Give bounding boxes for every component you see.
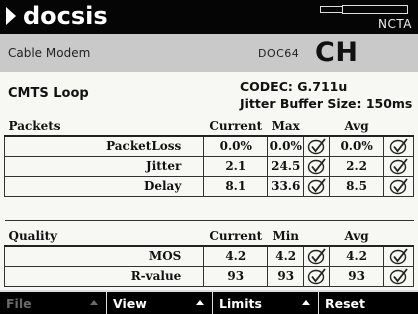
- metric-label: R-value: [3, 265, 205, 287]
- docsis-mode-label: DOC64: [258, 47, 300, 60]
- metric-label: Delay: [3, 175, 205, 197]
- mode-bar: Cable Modem DOC64 CH 086: [0, 34, 418, 99]
- triangle-up-icon: [302, 300, 310, 305]
- standard-label: NCTA: [378, 17, 412, 31]
- quality-header: Quality: [4, 226, 204, 247]
- view-button[interactable]: View: [107, 290, 213, 314]
- limits-button[interactable]: Limits: [213, 290, 319, 314]
- table-row: PacketLoss 0.0% 0.0% 0.0%: [3, 135, 414, 157]
- avg-value: 2.2: [329, 155, 385, 177]
- metric-label: Jitter: [3, 155, 205, 177]
- avg-header: Avg: [329, 116, 384, 137]
- file-button[interactable]: File: [0, 290, 107, 314]
- avg-value: 93: [329, 265, 385, 287]
- codec-label: CODEC: G.711u: [240, 79, 348, 94]
- check-circle-icon: [383, 135, 414, 157]
- metric-label: PacketLoss: [3, 135, 205, 157]
- avg-value: 8.5: [329, 175, 385, 197]
- reset-button[interactable]: Reset: [319, 290, 418, 314]
- max-value: 33.6: [267, 175, 305, 197]
- current-value: 8.1: [203, 175, 269, 197]
- current-header: Current: [203, 116, 268, 137]
- min-value: 4.2: [267, 245, 305, 267]
- spacer-row: [4, 195, 414, 221]
- check-circle-icon: [303, 265, 331, 287]
- table-row: R-value 93 93 93: [3, 265, 414, 287]
- app-title: docsis: [6, 2, 108, 30]
- check-circle-icon: [383, 175, 414, 197]
- quality-table: Quality Current Min Avg MOS 4.2 4.2 4.2 …: [3, 226, 414, 287]
- avg-value: 4.2: [329, 245, 385, 267]
- signal-level-icon: [320, 5, 410, 15]
- app-title-text: docsis: [23, 2, 108, 30]
- check-circle-icon: [303, 175, 331, 197]
- packets-header: Packets: [4, 116, 204, 137]
- avg-value: 0.0%: [329, 135, 385, 157]
- min-header: Min: [267, 226, 304, 247]
- check-circle-icon: [383, 265, 414, 287]
- loop-title: CMTS Loop: [8, 86, 89, 101]
- triangle-up-icon: [90, 300, 98, 305]
- current-value: 2.1: [203, 155, 269, 177]
- softkey-bar: File View Limits Reset: [0, 290, 418, 314]
- test-mode-label: Cable Modem: [8, 46, 91, 60]
- max-value: 24.5: [267, 155, 305, 177]
- check-circle-icon: [303, 155, 331, 177]
- current-value: 4.2: [203, 245, 269, 267]
- check-circle-icon: [303, 135, 331, 157]
- current-value: 93: [203, 265, 269, 287]
- current-value: 0.0%: [203, 135, 269, 157]
- current-header: Current: [203, 226, 268, 247]
- play-triangle-icon: [6, 7, 16, 25]
- jitter-buffer-label: Jitter Buffer Size: 150ms: [240, 96, 413, 111]
- check-circle-icon: [303, 245, 331, 267]
- packets-header-row: Packets Current Max Avg: [4, 116, 414, 137]
- file-button-label: File: [6, 295, 32, 311]
- packets-table: Packets Current Max Avg PacketLoss 0.0% …: [3, 116, 414, 221]
- check-circle-icon: [383, 245, 414, 267]
- min-value: 93: [267, 265, 305, 287]
- avg-header: Avg: [329, 226, 384, 247]
- reset-button-label: Reset: [325, 295, 365, 311]
- quality-header-row: Quality Current Min Avg: [4, 226, 414, 247]
- check-circle-icon: [383, 155, 414, 177]
- table-row: MOS 4.2 4.2 4.2: [3, 245, 414, 267]
- table-row: Jitter 2.1 24.5 2.2: [3, 155, 414, 177]
- codec-info: CODEC: G.711u Jitter Buffer Size: 150ms: [240, 78, 412, 112]
- table-row: Delay 8.1 33.6 8.5: [3, 175, 414, 197]
- max-value: 0.0%: [267, 135, 305, 157]
- results-panel: CMTS Loop CODEC: G.711u Jitter Buffer Si…: [0, 72, 418, 290]
- triangle-up-icon: [196, 300, 204, 305]
- limits-button-label: Limits: [219, 295, 262, 311]
- metric-label: MOS: [3, 245, 205, 267]
- view-button-label: View: [113, 295, 147, 311]
- title-bar: docsis NCTA: [0, 0, 418, 34]
- max-header: Max: [267, 116, 304, 137]
